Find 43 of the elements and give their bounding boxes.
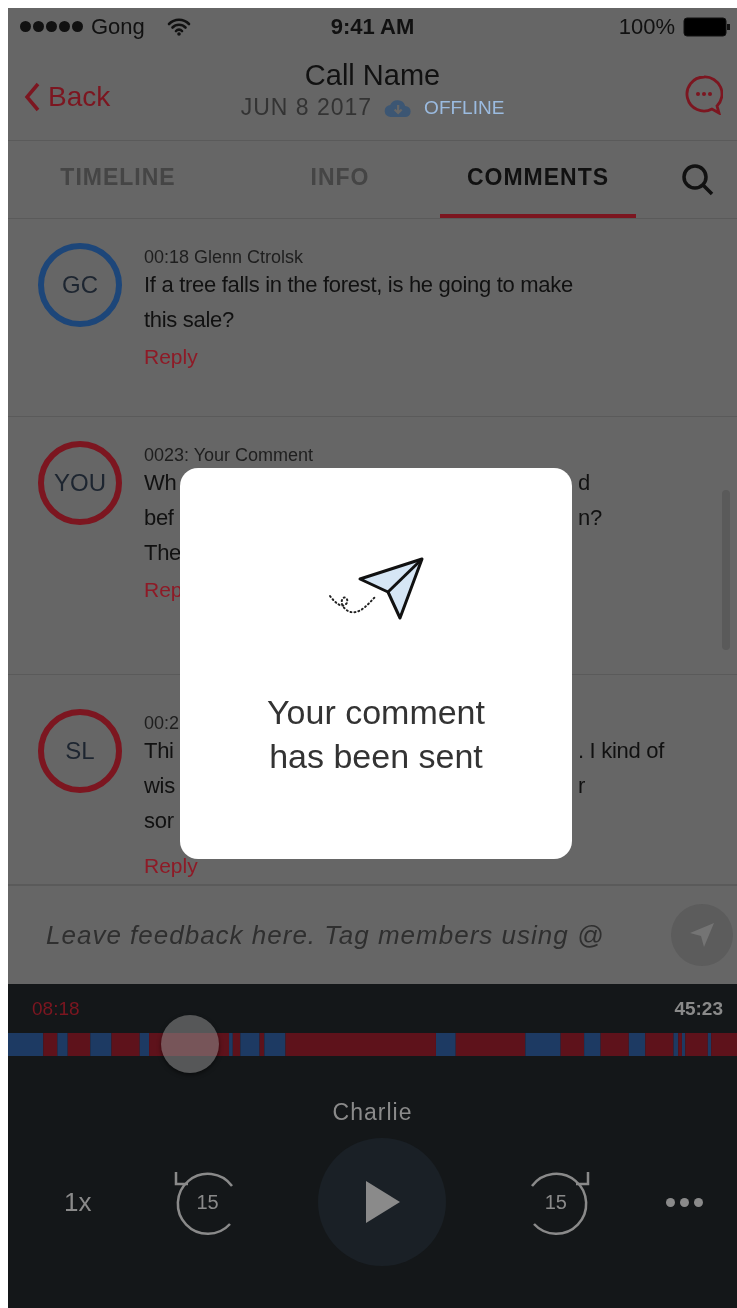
speed-button[interactable]: 1x [58,1185,98,1219]
comment-text: Wh [144,470,177,495]
wifi-icon [166,17,191,36]
battery-percent: 100% [618,13,675,40]
avatar: YOU [38,441,122,525]
reply-link[interactable]: Reply [144,345,198,369]
comment-text: If a tree falls in the forest, is he going to make [144,271,573,299]
call-title: Call Name [304,59,441,92]
carrier-name: Gong [91,13,145,40]
comment-text: this sale? [144,306,234,334]
comment-text: Thi [144,738,174,763]
chevron-left-icon [24,81,40,112]
comment-text: sor [144,807,174,835]
comment-text: d [578,469,590,497]
elapsed-time: 08:18 [32,998,80,1020]
avatar: SL [38,709,122,793]
forward-button[interactable]: 15 [519,1166,592,1238]
confirmation-message: Your comment has been sent [267,692,485,777]
search-icon [681,162,715,197]
comment-text: . I kind of [578,737,664,765]
total-time: 45:23 [674,998,723,1020]
comment-text: bef [144,505,174,530]
comment-meta: 00:2 [144,713,180,733]
comment-text: wis [144,773,175,798]
comment-meta: 0023: Your Comment [144,445,314,465]
battery-icon [683,16,731,37]
speaker-name: Charlie [332,1099,413,1126]
comment-text: The [144,539,181,567]
comment-text: n? [578,504,602,532]
signal-icon [20,21,83,32]
feedback-input[interactable]: Leave feedback here. Tag members using @ [44,918,671,952]
offline-status: OFFLINE [424,96,505,119]
comment-text: r [578,772,586,800]
avatar: GC [38,243,122,327]
rewind-button[interactable]: 15 [171,1166,244,1238]
chat-bubble-icon[interactable] [685,74,723,115]
back-button[interactable]: Back [24,80,111,113]
comment-meta: 00:18 Glenn Ctrolsk [144,247,304,267]
reply-link[interactable]: Reply [144,854,198,878]
clock-time: 9:41 AM [330,13,415,40]
tab[interactable]: COMMENTS [440,141,636,218]
cloud-download-icon [384,97,413,118]
more-button[interactable] [665,1197,703,1207]
